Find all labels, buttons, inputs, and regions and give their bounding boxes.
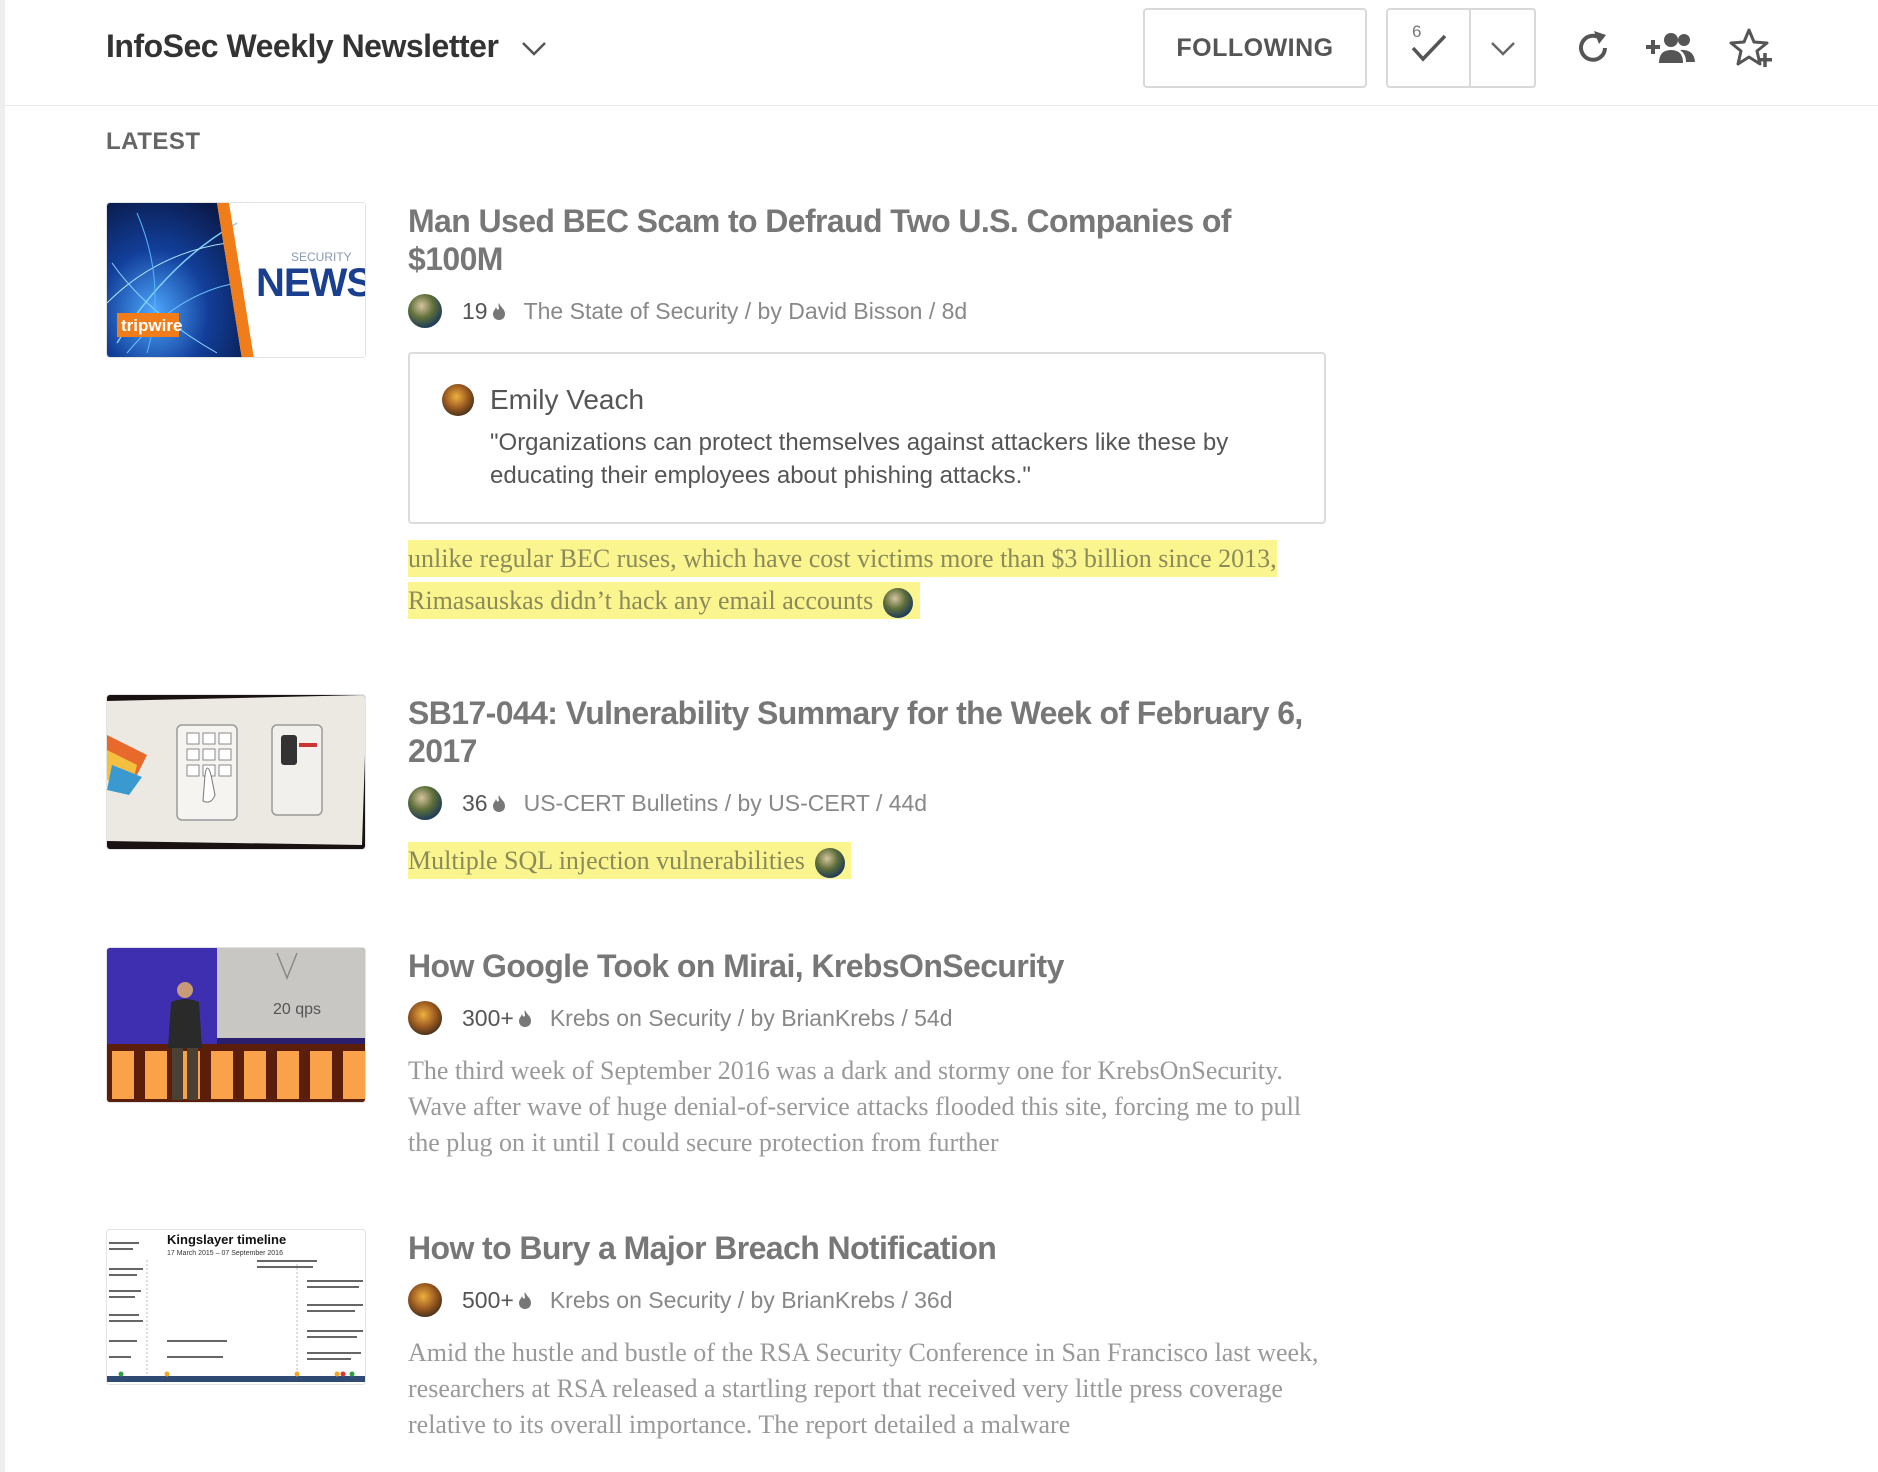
article-source[interactable]: US-CERT Bulletins / by US-CERT / 44d	[524, 790, 928, 817]
feed-header: InfoSec Weekly Newsletter FOLLOWING 6	[5, 0, 1878, 106]
popularity-count: 300+	[462, 1004, 514, 1031]
section-label: LATEST	[106, 128, 201, 155]
article-title[interactable]: How Google Took on Mirai, KrebsOnSecurit…	[408, 947, 1328, 985]
mark-as-read-button-group: 6	[1386, 8, 1536, 88]
article-content: SB17-044: Vulnerability Summary for the …	[408, 694, 1328, 882]
article-source[interactable]: Krebs on Security / by BrianKrebs / 54d	[550, 1005, 953, 1032]
avatar	[408, 1283, 442, 1317]
avatar	[408, 294, 442, 328]
flame-icon	[518, 1291, 531, 1309]
mark-as-read-button[interactable]: 6	[1388, 10, 1471, 86]
article-content: Man Used BEC Scam to Defraud Two U.S. Co…	[408, 202, 1328, 622]
mark-as-read-options-button[interactable]	[1471, 10, 1534, 86]
article-meta: 36 US-CERT Bulletins / by US-CERT / 44d	[408, 786, 1328, 820]
presenter-photo-image: 20 qps	[107, 948, 365, 1102]
article-summary: Amid the hustle and bustle of the RSA Se…	[408, 1338, 1319, 1439]
popularity-count: 19	[462, 297, 488, 324]
avatar	[442, 384, 474, 416]
highlight-text: Multiple SQL injection vulnerabilities	[408, 846, 805, 875]
article-content: How Google Took on Mirai, KrebsOnSecurit…	[408, 947, 1328, 1161]
article-title[interactable]: How to Bury a Major Breach Notification	[408, 1229, 1328, 1267]
annotation-comment: Emily Veach "Organizations can protect t…	[408, 352, 1326, 524]
article-title[interactable]: Man Used BEC Scam to Defraud Two U.S. Co…	[408, 202, 1328, 278]
star-plus-icon	[1729, 28, 1772, 67]
keypad-photo-image	[107, 695, 365, 849]
flame-icon	[492, 794, 505, 812]
unread-count: 6	[1412, 22, 1422, 41]
security-news-image: tripwire SECURITY NEWS	[107, 203, 366, 357]
comment-text: "Organizations can protect themselves ag…	[490, 429, 1229, 489]
timeline-chart-image: Kingslayer timeline 17 March 2015 – 07 S…	[107, 1230, 365, 1384]
tripwire-logo: tripwire	[121, 316, 182, 335]
share-button[interactable]	[1643, 24, 1699, 72]
svg-text:20 qps: 20 qps	[273, 1001, 321, 1018]
svg-text:NEWS: NEWS	[256, 261, 366, 305]
avatar	[814, 848, 845, 879]
following-button[interactable]: FOLLOWING	[1143, 8, 1367, 88]
article-thumbnail[interactable]: 20 qps	[106, 947, 366, 1103]
flame-icon	[518, 1009, 531, 1027]
highlight-text: unlike regular BEC ruses, which have cos…	[408, 544, 1277, 615]
article-thumbnail[interactable]: Kingslayer timeline 17 March 2015 – 07 S…	[106, 1229, 366, 1385]
flame-icon	[492, 302, 505, 320]
svg-text:Kingslayer timeline: Kingslayer timeline	[167, 1232, 286, 1247]
article-highlight: unlike regular BEC ruses, which have cos…	[408, 538, 1328, 622]
article-summary: The third week of September 2016 was a d…	[408, 1056, 1302, 1157]
refresh-button[interactable]	[1569, 24, 1617, 72]
article-meta: 300+ Krebs on Security / by BrianKrebs /…	[408, 1001, 1328, 1035]
article-source[interactable]: The State of Security / by David Bisson …	[524, 298, 968, 325]
feed-title-dropdown[interactable]: InfoSec Weekly Newsletter	[106, 28, 548, 65]
avatar	[408, 786, 442, 820]
add-people-icon	[1646, 33, 1695, 63]
avatar	[883, 588, 914, 619]
article-source[interactable]: Krebs on Security / by BrianKrebs / 36d	[550, 1287, 953, 1314]
refresh-icon	[1579, 31, 1607, 62]
article-content: How to Bury a Major Breach Notification …	[408, 1229, 1328, 1443]
popularity-count: 500+	[462, 1286, 514, 1313]
article-meta: 19 The State of Security / by David Biss…	[408, 294, 1328, 328]
popularity-count: 36	[462, 789, 488, 816]
svg-text:17 March 2015 – 07 September 2: 17 March 2015 – 07 September 2016	[167, 1250, 283, 1257]
article-highlight: Multiple SQL injection vulnerabilities	[408, 840, 1328, 882]
favorite-button[interactable]	[1727, 24, 1775, 72]
article-thumbnail[interactable]	[106, 694, 366, 850]
feed-title: InfoSec Weekly Newsletter	[106, 28, 499, 64]
article-meta: 500+ Krebs on Security / by BrianKrebs /…	[408, 1283, 1328, 1317]
chevron-down-icon	[522, 41, 547, 56]
chevron-down-icon	[1490, 42, 1515, 56]
article-title[interactable]: SB17-044: Vulnerability Summary for the …	[408, 694, 1328, 770]
avatar	[408, 1001, 442, 1035]
comment-author[interactable]: Emily Veach	[490, 384, 644, 416]
article-thumbnail[interactable]: tripwire SECURITY NEWS	[106, 202, 366, 358]
